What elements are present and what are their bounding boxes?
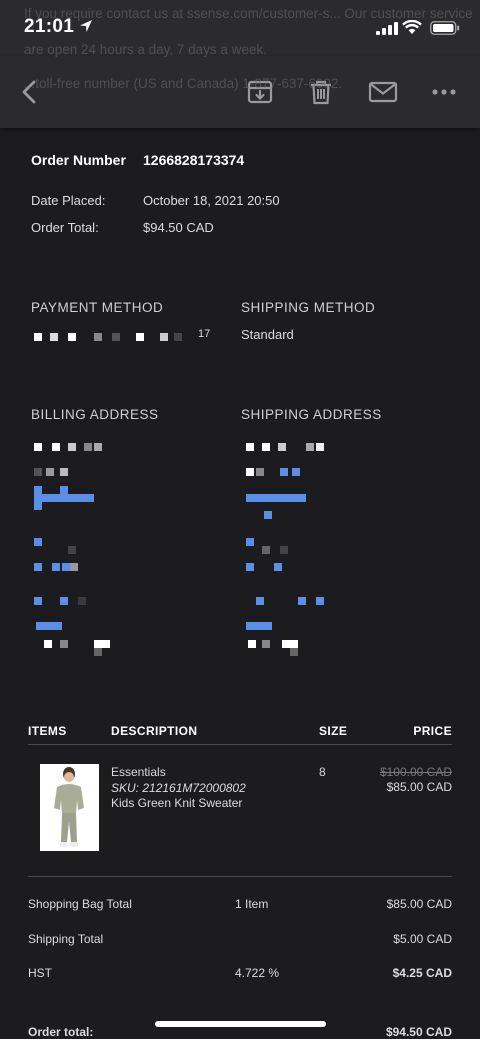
mail-icon[interactable] [368,78,398,106]
description-column-header: DESCRIPTION [111,724,198,738]
order-total-value: $94.50 CAD [143,220,214,235]
date-placed-value: October 18, 2021 20:50 [143,193,280,208]
mail-toolbar [0,56,480,128]
wifi-icon [402,20,422,34]
divider [28,876,452,877]
order-total-label: Order Total: [31,220,99,235]
order-total-summary-value: $94.50 CAD [385,1025,452,1039]
date-placed-label: Date Placed: [31,193,106,208]
shopping-bag-total-label: Shopping Bag Total [28,897,132,911]
shopping-bag-item-count: 1 Item [235,897,269,911]
more-icon[interactable] [430,78,458,106]
item-sku: SKU: 212161M72000802 [111,781,246,795]
battery-icon [430,21,460,35]
item-original-price: $100.00 CAD [379,765,452,779]
email-body: Order Number 1266828173374 Date Placed: … [0,128,480,1039]
item-price: $85.00 CAD [386,780,452,794]
payment-suffix: 17 [198,328,211,340]
shipping-total-value: $5.00 CAD [393,932,452,946]
shipping-total-label: Shipping Total [28,932,104,946]
shipping-address-heading: SHIPPING ADDRESS [241,407,382,422]
item-brand[interactable]: Essentials [111,765,166,779]
payment-method-heading: PAYMENT METHOD [31,300,164,315]
size-column-header: SIZE [319,724,348,738]
shopping-bag-total-value: $85.00 CAD [386,897,452,911]
tax-label: HST [28,966,52,980]
billing-address-heading: BILLING ADDRESS [31,407,159,422]
divider [28,744,452,745]
order-number-value: 1266828173374 [143,152,245,168]
tax-value: $4.25 CAD [392,966,452,980]
cellular-signal-icon [376,22,398,35]
scrolled-text-line: ...toll-free number (US and Canada) 1-87… [24,76,343,91]
shipping-method-heading: SHIPPING METHOD [241,300,376,315]
scrolled-text-line: are open 24 hours a day, 7 days a week. [24,42,267,57]
home-indicator[interactable] [155,1021,326,1027]
shipping-method-value: Standard [241,327,294,342]
tax-rate: 4.722 % [235,966,280,980]
price-column-header: PRICE [413,724,452,738]
product-image[interactable] [40,764,99,851]
order-total-summary-label: Order total: [28,1025,94,1039]
order-number-label: Order Number [31,152,126,168]
items-column-header: ITEMS [28,724,67,738]
scrolled-text-line: If you require contact us at ssense.com/… [24,6,473,21]
item-name[interactable]: Kids Green Knit Sweater [111,796,242,810]
item-size: 8 [319,765,326,779]
